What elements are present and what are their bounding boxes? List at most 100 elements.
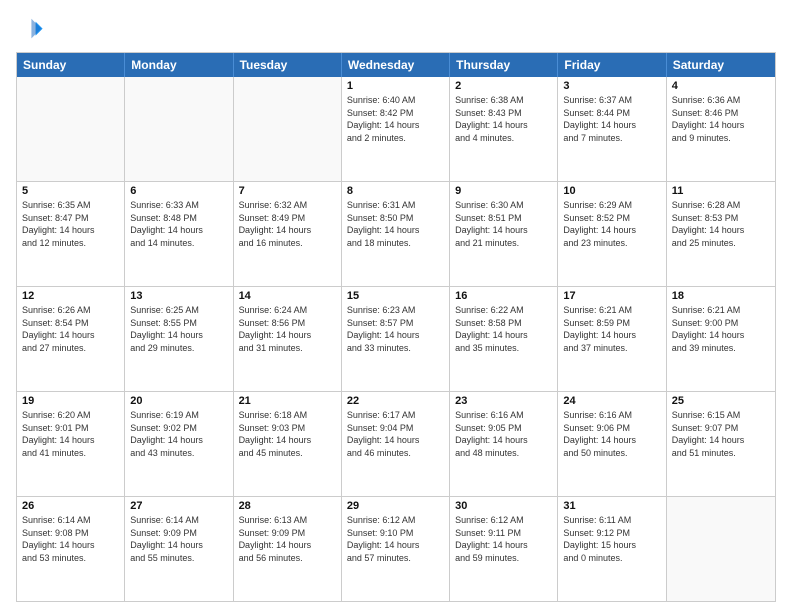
calendar-week-1: 1 Sunrise: 6:40 AMSunset: 8:42 PMDaylight… <box>17 77 775 181</box>
calendar-day-4: 4 Sunrise: 6:36 AMSunset: 8:46 PMDaylight… <box>667 77 775 181</box>
day-number: 22 <box>347 395 444 407</box>
calendar-day-31: 31 Sunrise: 6:11 AMSunset: 9:12 PMDayligh… <box>558 497 666 601</box>
day-info: Sunrise: 6:22 AMSunset: 8:58 PMDaylight:… <box>455 304 552 354</box>
calendar-day-27: 27 Sunrise: 6:14 AMSunset: 9:09 PMDayligh… <box>125 497 233 601</box>
day-info: Sunrise: 6:17 AMSunset: 9:04 PMDaylight:… <box>347 409 444 459</box>
day-number: 9 <box>455 185 552 197</box>
calendar-day-11: 11Sunrise: 6:28 AMSunset: 8:53 PMDayligh… <box>667 182 775 286</box>
day-info: Sunrise: 6:16 AMSunset: 9:06 PMDaylight:… <box>563 409 660 459</box>
day-number: 8 <box>347 185 444 197</box>
page: SundayMondayTuesdayWednesdayThursdayFrid… <box>0 0 792 612</box>
calendar-day-empty <box>17 77 125 181</box>
calendar-day-empty <box>125 77 233 181</box>
day-info: Sunrise: 6:26 AMSunset: 8:54 PMDaylight:… <box>22 304 119 354</box>
calendar-day-empty <box>234 77 342 181</box>
calendar-week-2: 5Sunrise: 6:35 AMSunset: 8:47 PMDaylight… <box>17 181 775 286</box>
day-number: 1 <box>347 80 444 92</box>
header <box>16 16 776 44</box>
day-info: Sunrise: 6:15 AMSunset: 9:07 PMDaylight:… <box>672 409 770 459</box>
calendar-day-17: 17 Sunrise: 6:21 AMSunset: 8:59 PMDayligh… <box>558 287 666 391</box>
calendar-week-4: 19Sunrise: 6:20 AMSunset: 9:01 PMDayligh… <box>17 391 775 496</box>
day-info: Sunrise: 6:30 AMSunset: 8:51 PMDaylight:… <box>455 199 552 249</box>
calendar-day-22: 22 Sunrise: 6:17 AMSunset: 9:04 PMDayligh… <box>342 392 450 496</box>
day-number: 18 <box>672 290 770 302</box>
day-number: 5 <box>22 185 119 197</box>
day-info: Sunrise: 6:32 AMSunset: 8:49 PMDaylight:… <box>239 199 336 249</box>
day-info: Sunrise: 6:29 AMSunset: 8:52 PMDaylight:… <box>563 199 660 249</box>
calendar-weekday-tuesday: Tuesday <box>234 53 342 77</box>
day-number: 19 <box>22 395 119 407</box>
day-number: 4 <box>672 80 770 92</box>
calendar-day-30: 30Sunrise: 6:12 AMSunset: 9:11 PMDayligh… <box>450 497 558 601</box>
day-info: Sunrise: 6:13 AMSunset: 9:09 PMDaylight:… <box>239 514 336 564</box>
day-number: 29 <box>347 500 444 512</box>
day-info: Sunrise: 6:21 AMSunset: 9:00 PMDaylight:… <box>672 304 770 354</box>
calendar-day-8: 8Sunrise: 6:31 AMSunset: 8:50 PMDaylight… <box>342 182 450 286</box>
day-info: Sunrise: 6:40 AMSunset: 8:42 PMDaylight:… <box>347 94 444 144</box>
day-number: 28 <box>239 500 336 512</box>
day-number: 17 <box>563 290 660 302</box>
calendar-day-26: 26 Sunrise: 6:14 AMSunset: 9:08 PMDayligh… <box>17 497 125 601</box>
calendar-day-29: 29 Sunrise: 6:12 AMSunset: 9:10 PMDayligh… <box>342 497 450 601</box>
day-info: Sunrise: 6:14 AMSunset: 9:08 PMDaylight:… <box>22 514 119 564</box>
day-number: 31 <box>563 500 660 512</box>
day-info: Sunrise: 6:18 AMSunset: 9:03 PMDaylight:… <box>239 409 336 459</box>
day-info: Sunrise: 6:21 AMSunset: 8:59 PMDaylight:… <box>563 304 660 354</box>
calendar-day-25: 25 Sunrise: 6:15 AMSunset: 9:07 PMDayligh… <box>667 392 775 496</box>
calendar-day-3: 3Sunrise: 6:37 AMSunset: 8:44 PMDaylight… <box>558 77 666 181</box>
calendar-day-12: 12 Sunrise: 6:26 AMSunset: 8:54 PMDayligh… <box>17 287 125 391</box>
day-info: Sunrise: 6:12 AMSunset: 9:11 PMDaylight:… <box>455 514 552 564</box>
calendar-header-row: SundayMondayTuesdayWednesdayThursdayFrid… <box>17 53 775 77</box>
calendar-day-7: 7 Sunrise: 6:32 AMSunset: 8:49 PMDaylight… <box>234 182 342 286</box>
calendar-day-14: 14 Sunrise: 6:24 AMSunset: 8:56 PMDayligh… <box>234 287 342 391</box>
calendar-weekday-monday: Monday <box>125 53 233 77</box>
day-number: 15 <box>347 290 444 302</box>
day-number: 24 <box>563 395 660 407</box>
calendar-day-empty <box>667 497 775 601</box>
day-number: 20 <box>130 395 227 407</box>
calendar-week-3: 12 Sunrise: 6:26 AMSunset: 8:54 PMDayligh… <box>17 286 775 391</box>
calendar-weekday-saturday: Saturday <box>667 53 775 77</box>
calendar-day-20: 20 Sunrise: 6:19 AMSunset: 9:02 PMDayligh… <box>125 392 233 496</box>
calendar-day-6: 6 Sunrise: 6:33 AMSunset: 8:48 PMDaylight… <box>125 182 233 286</box>
day-number: 7 <box>239 185 336 197</box>
day-info: Sunrise: 6:24 AMSunset: 8:56 PMDaylight:… <box>239 304 336 354</box>
day-info: Sunrise: 6:14 AMSunset: 9:09 PMDaylight:… <box>130 514 227 564</box>
day-number: 13 <box>130 290 227 302</box>
calendar-weekday-thursday: Thursday <box>450 53 558 77</box>
calendar-day-10: 10Sunrise: 6:29 AMSunset: 8:52 PMDayligh… <box>558 182 666 286</box>
calendar-day-13: 13 Sunrise: 6:25 AMSunset: 8:55 PMDayligh… <box>125 287 233 391</box>
calendar-day-24: 24 Sunrise: 6:16 AMSunset: 9:06 PMDayligh… <box>558 392 666 496</box>
day-number: 27 <box>130 500 227 512</box>
day-number: 25 <box>672 395 770 407</box>
day-number: 2 <box>455 80 552 92</box>
calendar-day-23: 23Sunrise: 6:16 AMSunset: 9:05 PMDayligh… <box>450 392 558 496</box>
logo-icon <box>16 16 44 44</box>
calendar-day-5: 5Sunrise: 6:35 AMSunset: 8:47 PMDaylight… <box>17 182 125 286</box>
calendar-day-18: 18 Sunrise: 6:21 AMSunset: 9:00 PMDayligh… <box>667 287 775 391</box>
day-info: Sunrise: 6:25 AMSunset: 8:55 PMDaylight:… <box>130 304 227 354</box>
day-number: 23 <box>455 395 552 407</box>
calendar-weekday-friday: Friday <box>558 53 666 77</box>
calendar-day-28: 28 Sunrise: 6:13 AMSunset: 9:09 PMDayligh… <box>234 497 342 601</box>
calendar-day-16: 16Sunrise: 6:22 AMSunset: 8:58 PMDayligh… <box>450 287 558 391</box>
day-info: Sunrise: 6:33 AMSunset: 8:48 PMDaylight:… <box>130 199 227 249</box>
calendar-day-1: 1 Sunrise: 6:40 AMSunset: 8:42 PMDaylight… <box>342 77 450 181</box>
day-info: Sunrise: 6:23 AMSunset: 8:57 PMDaylight:… <box>347 304 444 354</box>
day-info: Sunrise: 6:36 AMSunset: 8:46 PMDaylight:… <box>672 94 770 144</box>
day-info: Sunrise: 6:19 AMSunset: 9:02 PMDaylight:… <box>130 409 227 459</box>
day-number: 21 <box>239 395 336 407</box>
calendar-day-15: 15 Sunrise: 6:23 AMSunset: 8:57 PMDayligh… <box>342 287 450 391</box>
day-info: Sunrise: 6:38 AMSunset: 8:43 PMDaylight:… <box>455 94 552 144</box>
calendar-weekday-wednesday: Wednesday <box>342 53 450 77</box>
calendar-week-5: 26 Sunrise: 6:14 AMSunset: 9:08 PMDayligh… <box>17 496 775 601</box>
calendar-day-9: 9 Sunrise: 6:30 AMSunset: 8:51 PMDaylight… <box>450 182 558 286</box>
day-number: 26 <box>22 500 119 512</box>
day-number: 14 <box>239 290 336 302</box>
day-info: Sunrise: 6:12 AMSunset: 9:10 PMDaylight:… <box>347 514 444 564</box>
day-number: 6 <box>130 185 227 197</box>
day-info: Sunrise: 6:11 AMSunset: 9:12 PMDaylight:… <box>563 514 660 564</box>
day-number: 12 <box>22 290 119 302</box>
calendar-day-2: 2 Sunrise: 6:38 AMSunset: 8:43 PMDaylight… <box>450 77 558 181</box>
day-number: 11 <box>672 185 770 197</box>
